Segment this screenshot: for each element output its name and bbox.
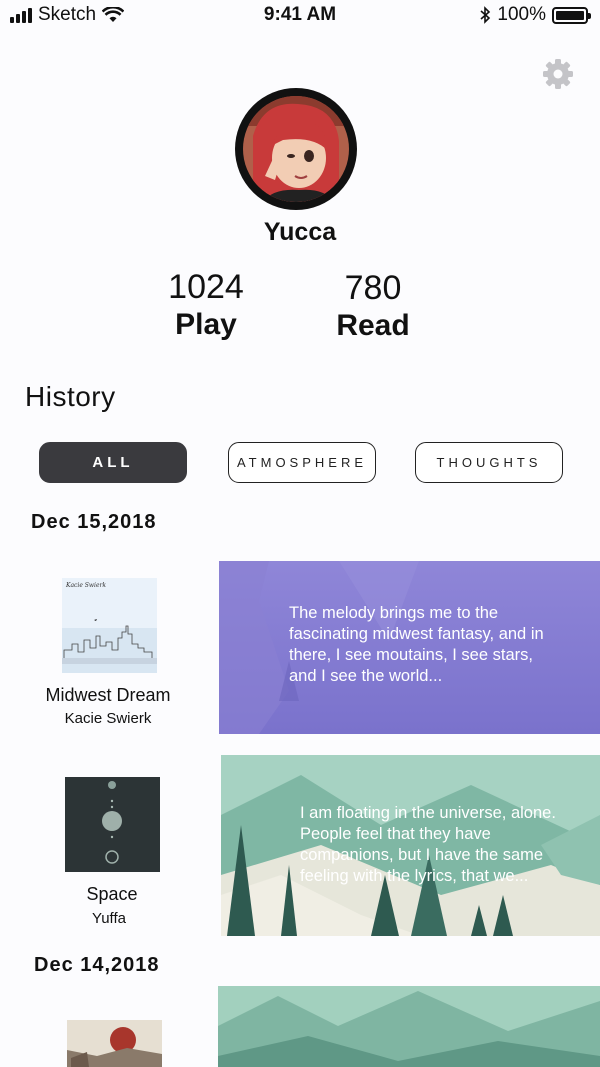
date-header: Dec 15,2018 <box>31 511 157 533</box>
section-title-history: History <box>25 381 116 412</box>
album-cover[interactable] <box>67 1020 162 1067</box>
stat-play[interactable]: 1024 Play <box>126 268 286 342</box>
username: Yucca <box>263 218 337 246</box>
bluetooth-icon <box>480 6 491 24</box>
thought-card[interactable]: The melody brings me to the fascinating … <box>219 561 600 734</box>
song-title[interactable]: Space <box>22 884 202 905</box>
album-cover[interactable] <box>65 777 160 872</box>
filter-tab-thoughts[interactable]: THOUGHTS <box>415 442 563 483</box>
filter-tab-all[interactable]: ALL <box>39 442 187 483</box>
filter-tab-atmosphere[interactable]: ATMOSPHERE <box>228 442 376 483</box>
song-title[interactable]: Midwest Dream <box>18 685 198 706</box>
thought-card[interactable]: I am floating in the universe, alone. Pe… <box>221 755 600 936</box>
status-bar: Sketch 9:41 AM 100% <box>0 0 600 32</box>
date-header: Dec 14,2018 <box>34 954 160 976</box>
stat-play-label: Play <box>175 308 237 341</box>
battery-percent: 100% <box>497 4 546 25</box>
avatar[interactable] <box>235 88 357 210</box>
status-right: 100% <box>480 4 591 26</box>
stat-read-label: Read <box>336 309 410 342</box>
thought-excerpt: I am floating in the universe, alone. Pe… <box>300 804 556 885</box>
album-cover[interactable] <box>62 578 157 673</box>
stat-read-value: 780 <box>344 269 402 307</box>
stat-read[interactable]: 780 Read <box>293 269 453 343</box>
thought-card[interactable] <box>218 986 600 1067</box>
battery-icon <box>552 6 591 24</box>
album-cover-caption: Kacie Swierk <box>66 582 107 589</box>
song-artist: Yuffa <box>92 910 126 927</box>
gear-icon[interactable] <box>540 56 576 92</box>
song-artist: Kacie Swierk <box>64 710 152 727</box>
thought-excerpt: The melody brings me to the fascinating … <box>289 604 544 685</box>
stat-play-value: 1024 <box>168 268 244 306</box>
